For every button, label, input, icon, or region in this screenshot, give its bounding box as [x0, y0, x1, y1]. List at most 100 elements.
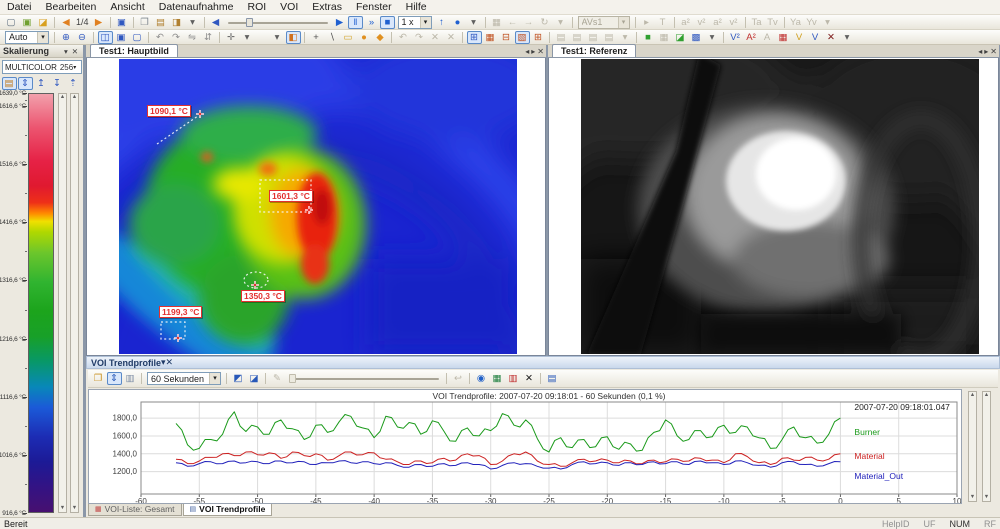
roi-point-icon[interactable]: +	[309, 31, 324, 44]
speed-combo[interactable]: 1 x▾	[398, 16, 432, 29]
time-slider[interactable]	[289, 373, 439, 384]
chart-zoom-in-icon[interactable]: ◩	[231, 372, 246, 385]
next-frame-icon[interactable]: ▶	[91, 16, 106, 29]
voi-yellow-icon[interactable]: V	[792, 31, 807, 44]
roi-rect-icon[interactable]: ▭	[341, 31, 356, 44]
menu-fenster[interactable]: Fenster	[349, 0, 399, 14]
slider-up-icon[interactable]: ▲	[983, 392, 990, 399]
slider-up-icon[interactable]: ▲	[969, 392, 976, 399]
voi-tool-icon[interactable]: ▤	[602, 31, 617, 44]
chart-zoom-out-icon[interactable]: ◪	[247, 372, 262, 385]
undo-icon[interactable]: ↶	[396, 31, 411, 44]
chart-slider-lower[interactable]: ▲ ▼	[982, 391, 991, 502]
expand-scale-icon[interactable]: ⇡	[66, 77, 81, 90]
tab-scroll-left-icon[interactable]: ◂	[525, 46, 529, 57]
loop-icon[interactable]: ↻	[537, 16, 552, 29]
flip-v-icon[interactable]: ⇵	[201, 31, 216, 44]
tab-hauptbild[interactable]: Test1: Hauptbild	[90, 44, 178, 57]
trend-v-icon[interactable]: Tv	[765, 16, 780, 29]
menu-datei[interactable]: Datei	[0, 0, 39, 14]
roi-line-icon[interactable]: ∖	[325, 31, 340, 44]
hist-a-icon[interactable]: Ya	[788, 16, 803, 29]
voi-copy-icon[interactable]: ⊞	[531, 31, 546, 44]
panel-menu-icon[interactable]: ▾	[62, 47, 70, 56]
profile-a-icon[interactable]: a²	[710, 16, 725, 29]
reference-image[interactable]	[581, 59, 979, 354]
marker-icon[interactable]: ▸	[639, 16, 654, 29]
chevron-down-icon[interactable]: ▾	[209, 373, 220, 384]
interval-combo[interactable]: 60 Sekunden▾	[147, 372, 221, 385]
chart-slider-upper[interactable]: ▲ ▼	[968, 391, 977, 502]
record-icon[interactable]: ●	[450, 16, 465, 29]
eye-icon[interactable]: ◉	[474, 372, 489, 385]
area-icon[interactable]: A	[760, 31, 775, 44]
snapshot-icon[interactable]: ◨	[169, 16, 184, 29]
layer-icon[interactable]: ■	[641, 31, 656, 44]
profile-v-icon[interactable]: v²	[726, 16, 741, 29]
open-icon[interactable]: ◪	[36, 16, 51, 29]
chevron-down-icon[interactable]: ▾	[73, 64, 77, 71]
scale-down-icon[interactable]: ↧	[50, 77, 65, 90]
image-icon[interactable]: ▤	[153, 16, 168, 29]
rotate-left-icon[interactable]: ↶	[153, 31, 168, 44]
fast-forward-button[interactable]: »	[364, 16, 379, 29]
tab-voi-trendprofile[interactable]: ▤VOI Trendprofile	[183, 504, 273, 516]
overflow-icon[interactable]: ▾	[820, 16, 835, 29]
slider-up-icon[interactable]: ▲	[71, 94, 78, 101]
voi-blue-icon[interactable]: V	[808, 31, 823, 44]
slider-down-icon[interactable]: ▼	[59, 505, 66, 512]
position-slider[interactable]	[228, 17, 328, 28]
temperature-annotation[interactable]: 1090,1 °C	[147, 105, 191, 117]
overflow-icon[interactable]: ▾	[840, 31, 855, 44]
copy-icon[interactable]: ❐	[137, 16, 152, 29]
palette-combo[interactable]: MULTICOLOR 256 ▾	[2, 60, 82, 74]
scale-settings-icon[interactable]: ▥	[123, 372, 138, 385]
slider-up-icon[interactable]: ▲	[59, 94, 66, 101]
thermal-image[interactable]: 1090,1 °C1601,3 °C1350,3 °C1199,3 °C	[119, 59, 517, 354]
fullscreen-icon[interactable]: ▢	[130, 31, 145, 44]
menu-extras[interactable]: Extras	[305, 0, 349, 14]
trend-a-icon[interactable]: Ta	[749, 16, 764, 29]
trend-chart-plot[interactable]: VOI Trendprofile: 2007-07-20 09:18:01 - …	[88, 389, 962, 504]
stop-button[interactable]: ■	[380, 16, 395, 29]
overflow-icon[interactable]: ▾	[618, 31, 633, 44]
color-scale-bar[interactable]	[28, 93, 54, 513]
voi-add-icon[interactable]: ⊞	[467, 31, 482, 44]
menu-bearbeiten[interactable]: Bearbeiten	[39, 0, 104, 14]
profile-a2-icon[interactable]: a²	[678, 16, 693, 29]
temperature-annotation[interactable]: 1199,3 °C	[159, 306, 202, 318]
chevron-down-icon[interactable]: ▾	[420, 17, 431, 28]
step-forward-icon[interactable]: →	[521, 16, 536, 29]
tab-scroll-left-icon[interactable]: ◂	[978, 46, 982, 57]
redo-icon[interactable]: ↷	[412, 31, 427, 44]
voi-new-icon[interactable]: ▧	[515, 31, 530, 44]
voi-value-icon[interactable]: V²	[728, 31, 743, 44]
save-icon[interactable]: ▣	[114, 16, 129, 29]
slider-down-icon[interactable]: ▼	[969, 494, 976, 501]
pen-icon[interactable]: ✎	[270, 372, 285, 385]
delete-roi-icon[interactable]: ✕	[444, 31, 459, 44]
new-file-icon[interactable]: ▢	[4, 16, 19, 29]
camera-icon[interactable]: ▦	[489, 16, 504, 29]
voi-tool-icon[interactable]: ▤	[554, 31, 569, 44]
panel-close-icon[interactable]: ✕	[166, 357, 174, 367]
autoscale-button[interactable]: ⇕	[107, 372, 122, 385]
voi-tool-icon[interactable]: ▤	[586, 31, 601, 44]
hist-v-icon[interactable]: Yv	[804, 16, 819, 29]
overflow-icon[interactable]: ▾	[553, 16, 568, 29]
cut-roi-icon[interactable]: ✕	[428, 31, 443, 44]
avs-combo[interactable]: AVs1▾	[578, 16, 630, 29]
overflow-icon[interactable]: ▾	[705, 31, 720, 44]
play-button[interactable]: ▶	[332, 16, 347, 29]
menu-roi[interactable]: ROI	[240, 0, 273, 14]
scale-up-icon[interactable]: ↥	[34, 77, 49, 90]
scale-slider-lower[interactable]: ▲ ▼	[70, 93, 79, 513]
panel-close-icon[interactable]: ✕	[70, 47, 80, 56]
palette-icon[interactable]: ▤	[2, 77, 17, 90]
palette-icon[interactable]: ▦	[776, 31, 791, 44]
voi-tool-icon[interactable]: ▤	[570, 31, 585, 44]
export-table-icon[interactable]: ▦	[490, 372, 505, 385]
tab-voi-liste-gesamt[interactable]: ▦VOI-Liste: Gesamt	[88, 504, 182, 516]
voi-subtract-icon[interactable]: ⊟	[499, 31, 514, 44]
new-template-icon[interactable]: ▣	[20, 16, 35, 29]
